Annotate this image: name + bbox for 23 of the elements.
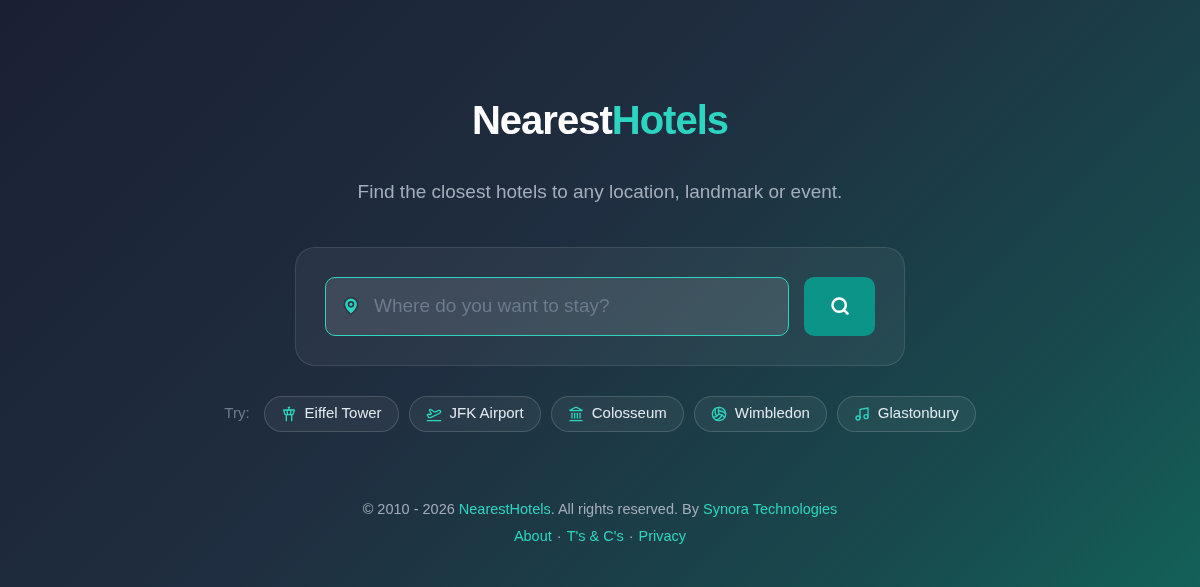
ball-icon: [710, 405, 727, 422]
separator: ·: [556, 527, 562, 547]
suggestion-chip[interactable]: Wimbledon: [693, 395, 827, 432]
footer-link[interactable]: NearestHotels: [458, 500, 551, 517]
footer-link[interactable]: About: [513, 526, 552, 548]
location-pin-icon: [341, 295, 361, 316]
tower-icon: [280, 405, 297, 422]
search-icon: [829, 296, 850, 316]
suggestion-chip[interactable]: Eiffel Tower: [263, 395, 399, 432]
footer-link[interactable]: T's & C's: [566, 526, 624, 548]
copyright-text: © 2010 - 2026 NearestHotels. All rights reserved. By Synora Technologies: [362, 499, 838, 519]
tagline: Find the closest hotels to any location, landmark or event.: [357, 180, 843, 204]
footer-link[interactable]: Privacy: [638, 526, 687, 548]
search-button[interactable]: [804, 276, 875, 336]
footer-link[interactable]: Synora Technologies: [703, 500, 838, 517]
music-note-icon: [853, 405, 870, 422]
suggestion-chip[interactable]: Colosseum: [550, 395, 684, 432]
separator: ·: [628, 527, 634, 547]
logo: NearestHotels: [472, 97, 728, 144]
suggestion-chip[interactable]: JFK Airport: [408, 395, 541, 432]
try-label: Try:: [224, 403, 250, 424]
suggestion-chip[interactable]: Glastonbury: [836, 395, 976, 432]
landmark-icon: [567, 405, 584, 422]
